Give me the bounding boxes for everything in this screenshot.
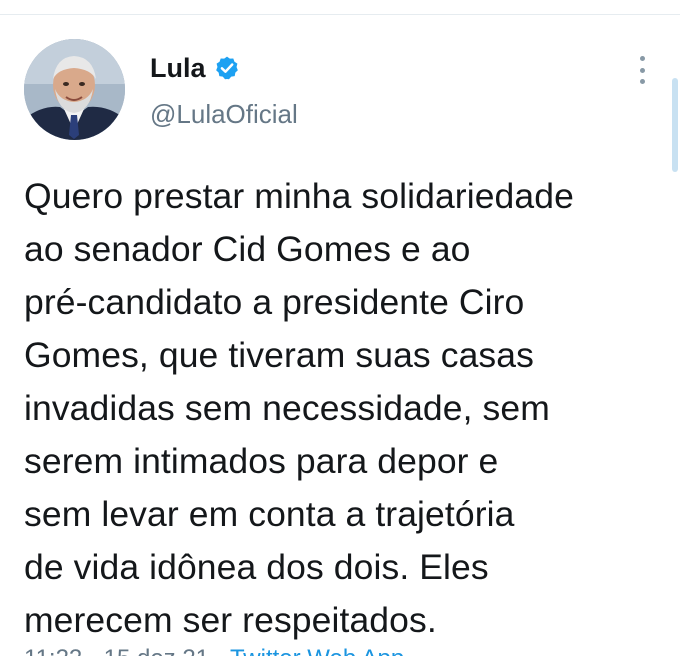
more-dot <box>639 79 645 84</box>
tweet-time[interactable]: 11:22 <box>24 645 82 656</box>
top-divider <box>0 14 680 15</box>
more-options-icon[interactable] <box>632 56 652 84</box>
verified-badge-icon <box>214 55 240 81</box>
display-name[interactable]: Lula <box>150 52 240 84</box>
display-name-text[interactable]: Lula <box>150 52 206 84</box>
tweet-view: Lula @LulaOficial Quero prestar minha so… <box>0 0 680 656</box>
more-dot <box>639 67 645 73</box>
meta-separator: · <box>82 645 103 656</box>
scrollbar[interactable] <box>672 78 678 172</box>
tweet-meta: 11:22 · 15 dez 21 · Twitter Web App <box>24 644 404 656</box>
tweet-text: Quero prestar minha solidariedade ao sen… <box>24 176 574 640</box>
avatar[interactable] <box>24 39 125 140</box>
profile-photo-icon <box>24 39 125 140</box>
tweet-date[interactable]: 15 dez 21 <box>104 645 209 656</box>
author-handle[interactable]: @LulaOficial <box>150 98 298 130</box>
meta-separator: · <box>209 645 230 656</box>
tweet-source-link[interactable]: Twitter Web App <box>230 645 404 656</box>
more-dot <box>639 56 645 61</box>
